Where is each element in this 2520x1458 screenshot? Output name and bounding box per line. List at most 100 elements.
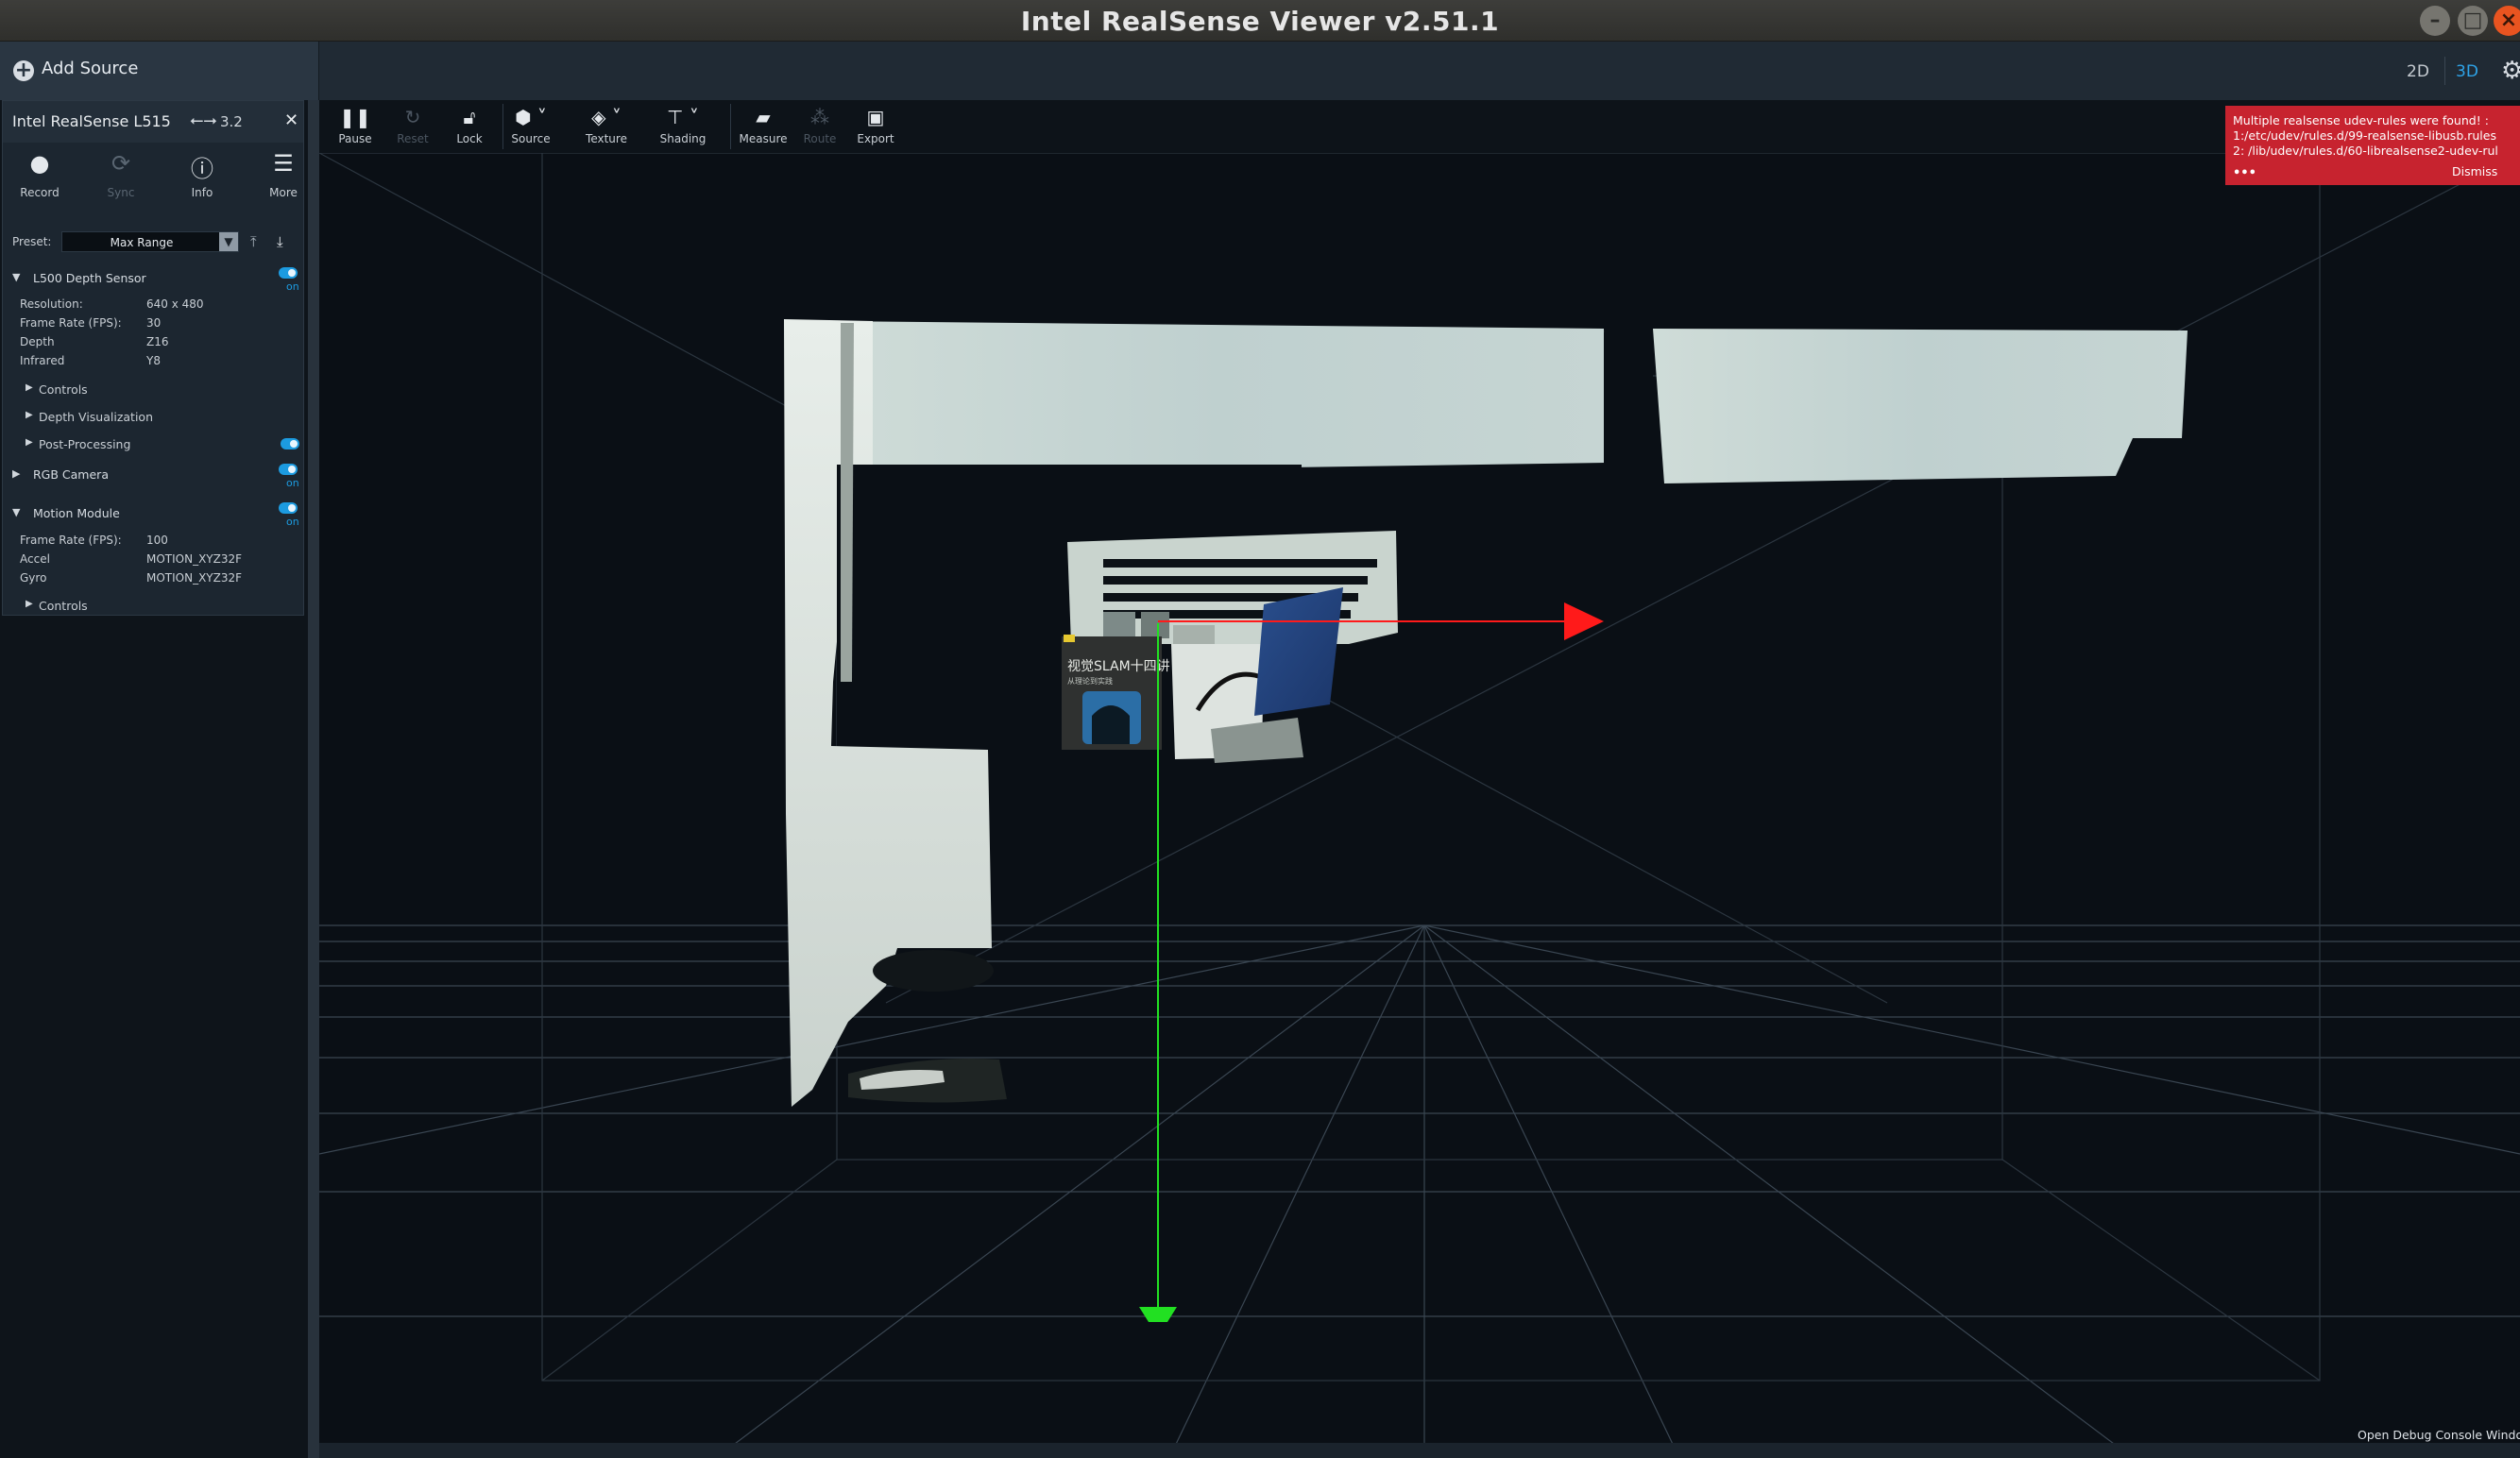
plus-circle-icon: + — [13, 59, 34, 82]
sensor-header-depth[interactable]: ▼ L500 Depth Sensor on — [3, 267, 303, 293]
save-icon: ▣ — [866, 106, 885, 128]
point-cloud-viewport[interactable]: 视觉SLAM十四讲 从理论到实践 — [319, 153, 2520, 1458]
property-value: 100 — [146, 534, 168, 547]
property-key: Frame Rate (FPS): — [20, 534, 122, 547]
upload-icon[interactable]: ⤒ — [250, 233, 257, 250]
reset-button[interactable]: ↻ Reset — [382, 106, 444, 145]
minimize-button[interactable]: – — [2420, 6, 2450, 36]
cube-icon: ⬢ ˅ — [515, 106, 547, 128]
view-2d-toggle[interactable]: 2D — [2407, 62, 2429, 81]
point-cloud-scene: 视觉SLAM十四讲 从理论到实践 — [319, 153, 2520, 1458]
tool-label: Lock — [456, 132, 483, 145]
depth-sensor-toggle[interactable] — [279, 267, 298, 279]
tool-label: Pause — [338, 132, 372, 145]
property-row: Accel MOTION_XYZ32F — [20, 551, 303, 569]
sensor-header-motion[interactable]: ▼ Motion Module on — [3, 502, 303, 528]
property-value: Y8 — [146, 354, 161, 367]
subsection-post-processing[interactable]: ▶ Post-Processing — [26, 433, 299, 454]
add-source-button[interactable]: + Add Source — [0, 42, 319, 100]
download-icon[interactable]: ⤓ — [277, 233, 283, 250]
source-button[interactable]: ⬢ ˅ Source — [500, 106, 562, 145]
ruler-icon: ▰ — [756, 106, 771, 128]
monitor-screen — [1254, 587, 1343, 716]
pause-button[interactable]: ❚❚ Pause — [324, 106, 386, 145]
toggle-state: on — [286, 477, 299, 489]
shading-button[interactable]: ⊤ ˅ Shading — [652, 106, 714, 145]
info-icon: ⓘ — [191, 156, 213, 182]
notification-message: Multiple realsense udev-rules were found… — [2233, 113, 2498, 158]
more-button[interactable]: ☰ More — [250, 150, 316, 199]
expanded-arrow-icon: ▼ — [12, 271, 21, 283]
lock-button[interactable]: 🔓︎ Lock — [438, 106, 501, 145]
notification-expand-button[interactable]: ••• — [2233, 166, 2256, 180]
property-key: Depth — [20, 335, 55, 348]
sidebar-scrollbar[interactable] — [308, 100, 319, 1458]
view-3d-toggle[interactable]: 3D — [2456, 62, 2478, 81]
subsection-name: Controls — [39, 382, 88, 397]
expanded-arrow-icon: ▼ — [12, 506, 21, 518]
property-value: MOTION_XYZ32F — [146, 571, 243, 585]
collapsed-arrow-icon: ▶ — [12, 467, 21, 480]
collapsed-arrow-icon: ▶ — [26, 410, 33, 420]
info-label: Info — [191, 186, 213, 199]
sensor-name: Motion Module — [33, 506, 120, 520]
maximize-button[interactable]: □ — [2458, 6, 2488, 36]
property-key: Gyro — [20, 571, 47, 585]
property-value: Z16 — [146, 335, 169, 348]
pause-icon: ❚❚ — [339, 106, 371, 128]
tool-label: Export — [857, 132, 894, 145]
toggle-state: on — [286, 516, 299, 528]
open-debug-console-link[interactable]: Open Debug Console Windo — [2358, 1428, 2520, 1442]
collapsed-arrow-icon: ▶ — [26, 437, 33, 448]
more-label: More — [269, 186, 298, 199]
tool-label: Shading — [659, 132, 707, 145]
sensor-header-rgb[interactable]: ▶ RGB Camera on — [3, 464, 303, 489]
close-device-button[interactable]: ✕ — [284, 110, 298, 130]
menu-icon: ☰ — [273, 150, 294, 177]
sync-icon: ⟳ — [111, 150, 131, 177]
collapsed-arrow-icon: ▶ — [26, 599, 33, 609]
window-title: Intel RealSense Viewer v2.51.1 — [1020, 6, 1500, 37]
rgb-camera-toggle[interactable] — [279, 464, 298, 475]
subsection-controls[interactable]: ▶ Controls — [26, 379, 299, 399]
sensor-name: RGB Camera — [33, 467, 109, 482]
sync-button[interactable]: ⟳ Sync — [88, 150, 154, 199]
tool-label: Reset — [397, 132, 429, 145]
add-source-label: Add Source — [42, 59, 139, 78]
preset-value: Max Range — [110, 236, 174, 249]
property-row: Infrared Y8 — [20, 352, 303, 371]
subsection-motion-controls[interactable]: ▶ Controls — [26, 595, 299, 616]
record-icon: ● — [29, 150, 50, 177]
post-processing-toggle[interactable] — [281, 438, 299, 449]
top-bar: + Add Source 2D 3D ⚙ — [0, 42, 2520, 100]
texture-button[interactable]: ◈ ˅ Texture — [575, 106, 638, 145]
paint-bucket-icon: ◈ ˅ — [591, 106, 621, 128]
record-button[interactable]: ● Record — [7, 150, 73, 199]
tool-label: Texture — [586, 132, 627, 145]
usb-version: 3.2 — [220, 113, 243, 130]
close-window-button[interactable]: × — [2494, 6, 2520, 36]
dismiss-button[interactable]: Dismiss — [2452, 164, 2497, 178]
subsection-name: Controls — [39, 599, 88, 613]
collapsed-arrow-icon: ▶ — [26, 382, 33, 393]
view-toggle-divider — [2444, 57, 2445, 85]
grid-floor — [319, 924, 2520, 1458]
toolbar-divider — [730, 104, 731, 149]
device-panel: Intel RealSense L515 ⭠⭢ 3.2 ✕ ● Record ⟳… — [2, 100, 304, 616]
route-button[interactable]: ⁂ Route — [789, 106, 851, 145]
export-button[interactable]: ▣ Export — [844, 106, 907, 145]
subsection-depth-visualization[interactable]: ▶ Depth Visualization — [26, 406, 299, 427]
ceiling-band — [829, 321, 1606, 474]
paint-roller-icon: ⊤ ˅ — [667, 106, 699, 128]
record-label: Record — [20, 186, 60, 199]
viewer-toolbar: ❚❚ Pause ↻ Reset 🔓︎ Lock ⬢ ˅ Source ◈ ˅ … — [319, 100, 2520, 153]
info-button[interactable]: ⓘ Info — [169, 150, 235, 199]
tool-label: Measure — [739, 132, 788, 145]
property-row: Frame Rate (FPS): 30 — [20, 314, 303, 333]
preset-dropdown[interactable]: Max Range ▼ — [61, 231, 239, 252]
motion-module-toggle[interactable] — [279, 502, 298, 514]
usb-icon: ⭠⭢ — [190, 110, 217, 130]
reset-icon: ↻ — [404, 106, 421, 128]
gear-icon[interactable]: ⚙ — [2501, 57, 2520, 85]
measure-button[interactable]: ▰ Measure — [732, 106, 794, 145]
